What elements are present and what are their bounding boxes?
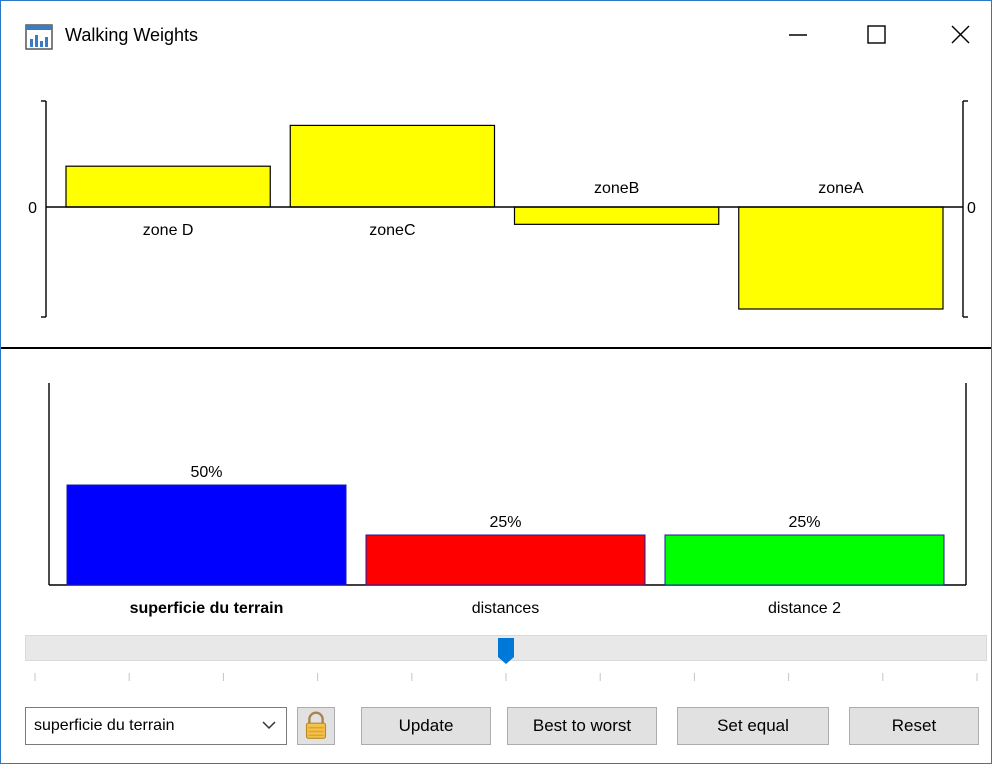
update-button[interactable]: Update xyxy=(361,707,491,745)
close-icon[interactable] xyxy=(937,15,983,55)
lock-button[interactable] xyxy=(297,707,335,745)
chart-icon xyxy=(25,24,53,50)
zone-scores-chart: 0 0 zone D zoneC zoneB zoneA xyxy=(28,100,976,318)
weight-slider[interactable] xyxy=(25,633,987,693)
weight-category-label: distance 2 xyxy=(768,600,841,617)
weight-data-label: 25% xyxy=(489,514,521,531)
title-bar: Walking Weights xyxy=(1,1,991,71)
walking-weights-window: Walking Weights 0 0 zone DzoneC zoneB zoneA … xyxy=(0,0,992,764)
window-title: Walking Weights xyxy=(65,25,199,45)
criterion-select-value: superficie du terrain xyxy=(34,717,175,734)
zone-bar xyxy=(289,124,496,208)
best-to-worst-button[interactable]: Best to worst xyxy=(507,707,657,745)
weight-category-label: distances xyxy=(472,600,540,617)
criterion-select[interactable]: superficie du terrain xyxy=(25,707,287,745)
right-zero-label: 0 xyxy=(967,200,976,217)
zone-label: zone D xyxy=(143,222,194,239)
left-zero-label: 0 xyxy=(28,200,37,217)
zone-label: zoneC xyxy=(369,222,415,239)
zone-bar xyxy=(738,206,944,310)
weight-bar xyxy=(664,534,945,586)
criteria-weights-chart: 50% superficie du terrain 25% distances 25% d… xyxy=(48,383,967,617)
control-bar: superficie du terrain Update Best to wor… xyxy=(25,707,985,747)
minimize-icon[interactable] xyxy=(775,15,821,55)
slider-ticks xyxy=(34,673,978,681)
slider-thumb[interactable] xyxy=(497,637,515,665)
set-equal-button[interactable]: Set equal xyxy=(677,707,829,745)
chevron-down-icon xyxy=(262,721,276,730)
weight-data-label: 25% xyxy=(788,514,820,531)
zone-label: zoneB xyxy=(594,180,639,197)
weight-bar xyxy=(66,484,347,586)
weight-bar xyxy=(365,534,646,586)
zone-label: zoneA xyxy=(818,180,864,197)
weight-data-label: 50% xyxy=(190,464,222,481)
zone-bar xyxy=(513,206,720,225)
weight-category-label: superficie du terrain xyxy=(130,600,284,617)
maximize-icon[interactable] xyxy=(853,15,899,55)
zone-bar xyxy=(65,165,271,208)
reset-button[interactable]: Reset xyxy=(849,707,979,745)
lock-icon xyxy=(305,711,327,739)
